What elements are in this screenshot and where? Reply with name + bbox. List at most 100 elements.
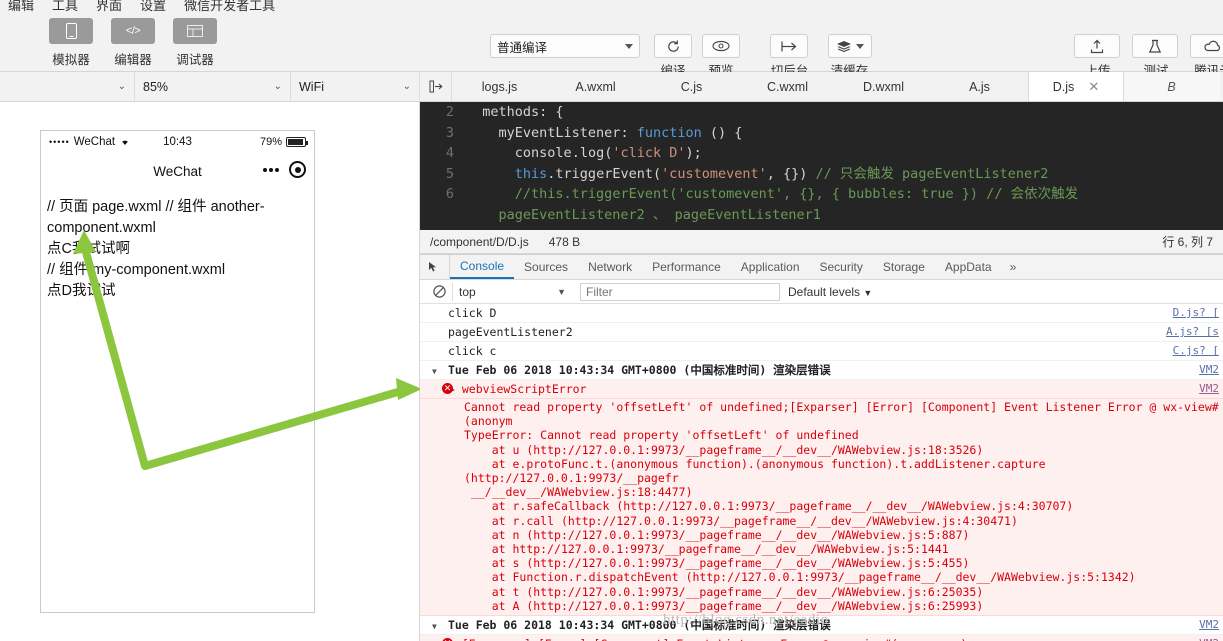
code-line: pageEventListener2 、 pageEventListener1: [420, 205, 1223, 226]
code-editor[interactable]: 2 methods: {3 myEventListener: function …: [420, 102, 1223, 230]
test-button[interactable]: [1132, 34, 1178, 58]
stack-frame-line[interactable]: TypeError: Cannot read property 'offsetL…: [464, 428, 1223, 442]
file-tab-logs-js[interactable]: logs.js: [452, 72, 548, 101]
file-tab-c-js[interactable]: C.js: [644, 72, 740, 101]
preview-button[interactable]: [702, 34, 740, 58]
mode-button-editor-label: 编辑器: [114, 53, 152, 67]
code-token: .triggerEvent(: [547, 165, 662, 182]
mode-button-group: 模拟器 </> 编辑器 调试器: [48, 18, 218, 68]
file-tab-b-partial[interactable]: B: [1124, 72, 1220, 101]
page-text-line: 点C我试试啊: [47, 241, 130, 257]
console-error-row[interactable]: ✕ ▶ webviewScriptError VM2: [420, 380, 1223, 399]
console-source-link[interactable]: A.js? [s: [1166, 325, 1223, 339]
inspect-element-icon[interactable]: [420, 255, 450, 279]
file-tab-label: D.js: [1052, 79, 1075, 94]
stack-frame-line[interactable]: at t (http://127.0.0.1:9973/__pageframe_…: [464, 585, 1223, 599]
mode-button-simulator[interactable]: 模拟器: [48, 18, 94, 68]
eye-icon: [712, 40, 730, 52]
menu-item-edit[interactable]: 编辑: [8, 0, 34, 12]
carrier-label: WeChat: [73, 136, 116, 148]
triangle-down-icon[interactable]: ▼: [432, 620, 437, 634]
code-token: : {: [539, 104, 564, 120]
file-tab-label: D.wxml: [863, 79, 904, 94]
console-source-link[interactable]: VM2: [1199, 363, 1223, 377]
tab-appdata[interactable]: AppData: [935, 255, 1002, 279]
chevron-double-right-icon[interactable]: »: [1002, 255, 1025, 279]
mode-button-debugger[interactable]: 调试器: [172, 18, 218, 68]
stack-frame-line[interactable]: __/__dev__/WAWebview.js:18:4477): [464, 485, 1223, 499]
menu-item-devtools[interactable]: 微信开发者工具: [184, 0, 275, 12]
zoom-select[interactable]: 85% ⌄: [135, 72, 291, 101]
file-tab-c-wxml[interactable]: C.wxml: [740, 72, 836, 101]
jump-to-file-icon[interactable]: [420, 72, 452, 101]
code-text: this.triggerEvent('customevent', {}) // …: [466, 164, 1223, 185]
menu-item-settings[interactable]: 设置: [140, 0, 166, 12]
triangle-down-icon[interactable]: ▼: [432, 365, 437, 379]
editor-cursor-position: 行 6, 列 7: [1162, 235, 1213, 249]
tab-application[interactable]: Application: [731, 255, 810, 279]
stack-frame-line[interactable]: at A (http://127.0.0.1:9973/__pageframe_…: [464, 599, 1223, 613]
menu-item-interface[interactable]: 界面: [96, 0, 122, 12]
tab-performance[interactable]: Performance: [642, 255, 731, 279]
console-context-select[interactable]: top ▼: [452, 282, 572, 301]
file-tab-a-wxml[interactable]: A.wxml: [548, 72, 644, 101]
stack-frame-line[interactable]: at r.safeCallback (http://127.0.0.1:9973…: [464, 499, 1223, 513]
stack-frame-line[interactable]: at e.protoFunc.t.(anonymous function).(a…: [464, 457, 1223, 485]
console-source-link[interactable]: VM2: [1199, 637, 1223, 641]
close-icon[interactable]: ✕: [1088, 79, 1099, 95]
tab-sources[interactable]: Sources: [514, 255, 578, 279]
console-source-link[interactable]: VM2: [1199, 382, 1223, 396]
tencent-cloud-button[interactable]: [1190, 34, 1223, 58]
device-select[interactable]: ⌄: [0, 72, 135, 101]
tab-network[interactable]: Network: [578, 255, 642, 279]
console-filter-input[interactable]: [580, 282, 780, 301]
stack-frame-line[interactable]: at http://127.0.0.1:9973/__pageframe__/_…: [464, 542, 1223, 556]
code-lines: 2 methods: {3 myEventListener: function …: [420, 102, 1223, 225]
console-error-stack[interactable]: Cannot read property 'offsetLeft' of und…: [420, 399, 1223, 617]
file-tab-d-wxml[interactable]: D.wxml: [836, 72, 932, 101]
console-output[interactable]: click D D.js? [pageEventListener2 A.js? [s…: [420, 304, 1223, 641]
console-group-row[interactable]: ▼ Tue Feb 06 2018 10:43:34 GMT+0800 (中国标准…: [420, 361, 1223, 380]
stack-frame-line[interactable]: at n (http://127.0.0.1:9973/__pageframe_…: [464, 528, 1223, 542]
upload-button[interactable]: [1074, 34, 1120, 58]
stack-frame-line[interactable]: Cannot read property 'offsetLeft' of und…: [464, 400, 1223, 428]
tab-storage[interactable]: Storage: [873, 255, 935, 279]
stack-frame-line[interactable]: at Function.r.dispatchEvent (http://127.…: [464, 570, 1223, 584]
console-source-link[interactable]: D.js? [: [1173, 306, 1223, 320]
compile-button[interactable]: [654, 34, 692, 58]
background-button[interactable]: [770, 34, 808, 58]
clear-console-icon[interactable]: [426, 285, 452, 298]
chevron-down-icon: [856, 43, 864, 49]
more-dots-icon[interactable]: [263, 167, 279, 172]
compile-mode-select[interactable]: 普通编译: [490, 34, 640, 58]
tab-security[interactable]: Security: [810, 255, 873, 279]
stack-frame-line[interactable]: at u (http://127.0.0.1:9973/__pageframe_…: [464, 443, 1223, 457]
watermark-text: http://blog.csdn.net/eadio: [663, 612, 829, 628]
code-line: 3 myEventListener: function () {: [420, 123, 1223, 144]
tab-console[interactable]: Console: [450, 255, 515, 279]
network-select[interactable]: WiFi ⌄: [291, 72, 420, 101]
code-line: 6 //this.triggerEvent('customevent', {},…: [420, 184, 1223, 205]
stack-frame-line[interactable]: at s (http://127.0.0.1:9973/__pageframe_…: [464, 556, 1223, 570]
clear-cache-button[interactable]: [828, 34, 872, 58]
console-log-row[interactable]: pageEventListener2 A.js? [s: [420, 323, 1223, 342]
phone-icon: [49, 18, 93, 44]
mode-button-editor[interactable]: </> 编辑器: [110, 18, 156, 68]
code-token: this: [514, 165, 548, 182]
file-tab-d-js[interactable]: D.js ✕: [1028, 72, 1124, 101]
file-tab-a-js[interactable]: A.js: [932, 72, 1028, 101]
mode-button-debugger-label: 调试器: [176, 53, 214, 67]
stack-frame-line[interactable]: at r.call (http://127.0.0.1:9973/__pagef…: [464, 514, 1223, 528]
console-error-row[interactable]: ✕▶ [Exparser] [Error] [Component] Event …: [420, 635, 1223, 641]
console-source-link[interactable]: VM2: [1199, 618, 1223, 632]
console-source-link[interactable]: C.js? [: [1173, 344, 1223, 358]
console-log-row[interactable]: click c C.js? [: [420, 342, 1223, 361]
console-levels-select[interactable]: Default levels ▼: [788, 285, 872, 299]
menu-item-tools[interactable]: 工具: [52, 0, 78, 12]
console-log-row[interactable]: click D D.js? [: [420, 304, 1223, 323]
upload-icon: [1090, 39, 1104, 53]
target-icon[interactable]: [289, 161, 306, 178]
